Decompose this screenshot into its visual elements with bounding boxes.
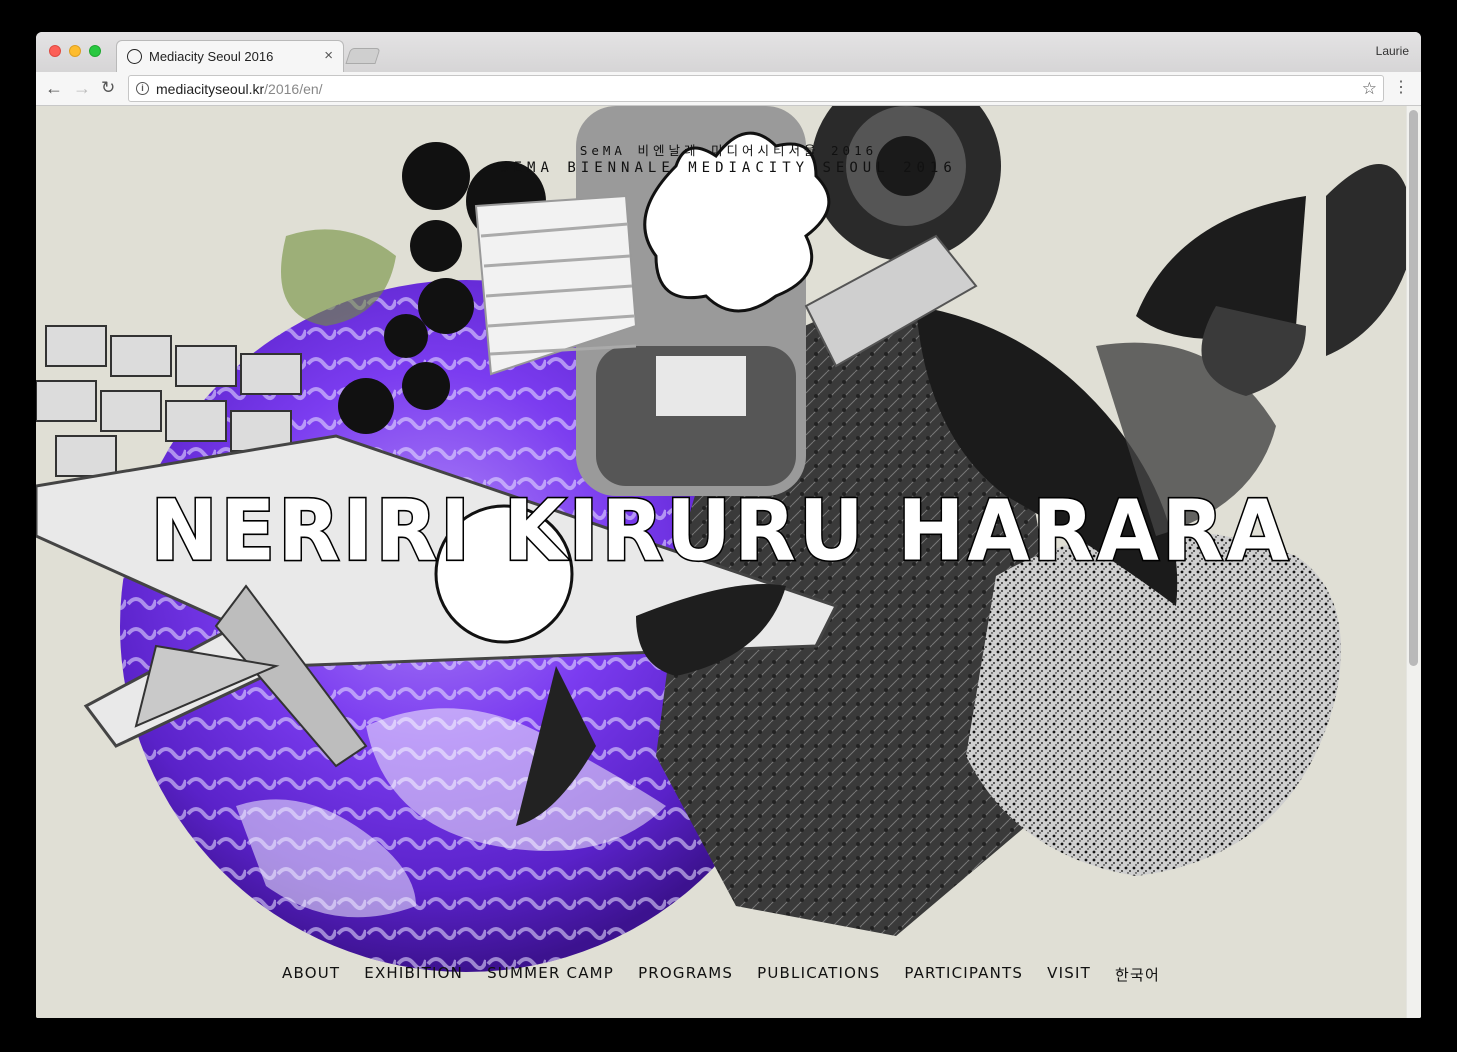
nav-about[interactable]: ABOUT bbox=[270, 964, 352, 985]
nav-publications[interactable]: PUBLICATIONS bbox=[745, 964, 892, 985]
browser-toolbar: ← → ↻ i mediacityseoul.kr/2016/en/ ☆ ⋮ bbox=[36, 72, 1421, 106]
address-bar[interactable]: i mediacityseoul.kr/2016/en/ ☆ bbox=[128, 75, 1384, 102]
page-viewport: SeMA 비엔날레 미디어시티서울 2016 SEMA BIENNALE MED… bbox=[36, 106, 1421, 1018]
nav-summer-camp[interactable]: SUMMER CAMP bbox=[475, 964, 626, 985]
back-arrow-icon[interactable]: ← bbox=[45, 77, 63, 99]
tab-title: Mediacity Seoul 2016 bbox=[149, 49, 274, 64]
title-bar: Mediacity Seoul 2016 × Laurie bbox=[36, 32, 1421, 72]
cone-illustration bbox=[474, 194, 638, 376]
new-tab-button[interactable] bbox=[345, 48, 381, 64]
nav-visit[interactable]: VISIT bbox=[1035, 964, 1103, 985]
nav-language-korean[interactable]: 한국어 bbox=[1103, 964, 1172, 985]
site-favicon-icon bbox=[127, 49, 142, 64]
main-navigation: ABOUT EXHIBITION SUMMER CAMP PROGRAMS PU… bbox=[36, 964, 1406, 985]
tab-close-icon[interactable]: × bbox=[324, 47, 333, 64]
bookmark-star-icon[interactable]: ☆ bbox=[1362, 79, 1377, 99]
biennale-english-kicker: SEMA BIENNALE MEDIACITY SEOUL 2016 bbox=[500, 160, 957, 176]
scrollbar-thumb[interactable] bbox=[1409, 110, 1418, 666]
profile-button[interactable]: Laurie bbox=[1376, 44, 1409, 58]
minimize-window-button[interactable] bbox=[69, 45, 81, 57]
tab-mediacity[interactable]: Mediacity Seoul 2016 × bbox=[116, 40, 344, 72]
nav-programs[interactable]: PROGRAMS bbox=[626, 964, 745, 985]
browser-window: Mediacity Seoul 2016 × Laurie ← → ↻ i me… bbox=[36, 32, 1421, 1018]
browser-menu-icon[interactable]: ⋮ bbox=[1393, 78, 1409, 98]
url-path: /2016/en/ bbox=[264, 81, 323, 97]
url-host: mediacityseoul.kr bbox=[156, 81, 265, 97]
reload-icon[interactable]: ↻ bbox=[101, 77, 115, 99]
nav-exhibition[interactable]: EXHIBITION bbox=[352, 964, 475, 985]
url-text[interactable]: mediacityseoul.kr/2016/en/ bbox=[156, 81, 323, 97]
forward-arrow-icon[interactable]: → bbox=[73, 77, 91, 99]
nav-participants[interactable]: PARTICIPANTS bbox=[892, 964, 1035, 985]
page-scrollbar[interactable] bbox=[1406, 106, 1421, 1018]
zoom-window-button[interactable] bbox=[89, 45, 101, 57]
page-title: NERIRI KIRURU HARARA bbox=[149, 480, 1292, 581]
biennale-korean-kicker: SeMA 비엔날레 미디어시티서울 2016 bbox=[579, 143, 878, 158]
close-window-button[interactable] bbox=[49, 45, 61, 57]
info-icon[interactable]: i bbox=[136, 82, 149, 95]
